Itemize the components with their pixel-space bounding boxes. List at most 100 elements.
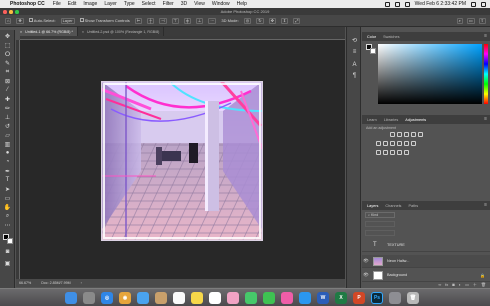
layer-row-background[interactable]: 👁 Background 🔒 bbox=[362, 269, 490, 282]
layer-filter-dropdown[interactable]: ⌕ Kind bbox=[365, 212, 395, 218]
healing-brush-tool-icon[interactable]: ✚ bbox=[3, 95, 12, 103]
panel-foreground-background[interactable] bbox=[366, 44, 376, 54]
align-top-icon[interactable]: ⊤ bbox=[171, 17, 180, 24]
tab-color[interactable]: Color bbox=[367, 35, 376, 39]
menu-file[interactable]: File bbox=[53, 1, 61, 7]
eraser-tool-icon[interactable]: ▱ bbox=[3, 131, 12, 139]
path-select-tool-icon[interactable]: ➤ bbox=[3, 185, 12, 193]
menu-select[interactable]: Select bbox=[142, 1, 156, 7]
word-icon[interactable]: W bbox=[317, 292, 329, 304]
slide-3d-icon[interactable]: ⇕ bbox=[280, 17, 289, 24]
trash-icon[interactable]: 🗑 bbox=[407, 292, 419, 304]
chrome-icon[interactable]: ◉ bbox=[119, 292, 131, 304]
show-transform-checkbox[interactable] bbox=[79, 18, 84, 22]
calendar-icon[interactable] bbox=[173, 292, 185, 304]
menu-help[interactable]: Help bbox=[237, 1, 247, 7]
blend-mode-dropdown[interactable] bbox=[365, 221, 395, 227]
notes-icon[interactable] bbox=[191, 292, 203, 304]
gradient-tool-icon[interactable]: ▥ bbox=[3, 140, 12, 148]
layer-name[interactable]: Neon Hallw... bbox=[387, 259, 409, 263]
visibility-icon[interactable]: 👁 bbox=[362, 258, 370, 264]
roll-3d-icon[interactable]: ↻ bbox=[256, 17, 264, 24]
tab-learn[interactable]: Learn bbox=[367, 118, 377, 122]
color-lookup-icon[interactable] bbox=[411, 141, 416, 146]
mail-icon[interactable] bbox=[137, 292, 149, 304]
properties-icon[interactable]: ≡ bbox=[351, 48, 358, 55]
zoom-level[interactable]: 66.67% bbox=[19, 281, 31, 285]
selective-color-icon[interactable] bbox=[404, 150, 409, 155]
search-icon[interactable]: ⌕ bbox=[456, 17, 463, 24]
invert-icon[interactable] bbox=[376, 150, 381, 155]
photos-icon[interactable] bbox=[227, 292, 239, 304]
battery-icon[interactable] bbox=[404, 1, 410, 7]
menu-3d[interactable]: 3D bbox=[181, 1, 187, 7]
layer-row-texture[interactable]: T TEXTURE bbox=[362, 239, 490, 252]
zoom-window-button[interactable] bbox=[15, 10, 19, 14]
reminders-icon[interactable] bbox=[209, 292, 221, 304]
tab-swatches[interactable]: Swatches bbox=[383, 35, 399, 39]
scale-3d-icon[interactable]: ⤢ bbox=[293, 17, 301, 24]
pan-3d-icon[interactable]: ✥ bbox=[268, 17, 276, 24]
notification-center-icon[interactable] bbox=[481, 1, 486, 7]
blur-tool-icon[interactable]: ● bbox=[3, 149, 12, 157]
hue-slider[interactable] bbox=[484, 44, 488, 104]
history-icon[interactable]: ⟲ bbox=[351, 37, 358, 44]
excel-icon[interactable]: X bbox=[335, 292, 347, 304]
align-center-icon[interactable]: ┼ bbox=[147, 17, 155, 24]
orbit-3d-icon[interactable]: ◎ bbox=[243, 17, 252, 24]
frame-tool-icon[interactable]: ⊠ bbox=[3, 77, 12, 85]
eyedropper-tool-icon[interactable]: ⁄ bbox=[3, 86, 12, 94]
wifi-icon[interactable] bbox=[394, 1, 400, 7]
auto-select-dropdown[interactable]: Layer bbox=[60, 17, 75, 24]
screen-mode-icon[interactable]: ▣ bbox=[3, 259, 12, 267]
visibility-icon[interactable]: 👁 bbox=[362, 272, 370, 278]
hue-saturation-icon[interactable] bbox=[376, 141, 381, 146]
appstore-icon[interactable] bbox=[299, 292, 311, 304]
lock-controls[interactable] bbox=[365, 230, 395, 236]
finder-icon[interactable] bbox=[65, 292, 77, 304]
app-menu[interactable]: Photoshop CC bbox=[10, 1, 45, 7]
dropbox-icon[interactable] bbox=[384, 1, 390, 7]
brightness-contrast-icon[interactable] bbox=[390, 132, 395, 137]
clone-stamp-tool-icon[interactable]: ⊥ bbox=[3, 113, 12, 121]
home-icon[interactable]: ⌂ bbox=[5, 17, 12, 24]
messages-icon[interactable] bbox=[245, 292, 257, 304]
edit-toolbar-icon[interactable]: ⋯ bbox=[3, 221, 12, 229]
exposure-icon[interactable] bbox=[411, 132, 416, 137]
minimize-window-button[interactable] bbox=[9, 10, 13, 14]
powerpoint-icon[interactable]: P bbox=[353, 292, 365, 304]
posterize-icon[interactable] bbox=[383, 150, 388, 155]
tab-layers[interactable]: Layers bbox=[367, 204, 378, 208]
tab-paths[interactable]: Paths bbox=[408, 204, 418, 208]
facetime-icon[interactable] bbox=[263, 292, 275, 304]
contacts-icon[interactable] bbox=[155, 292, 167, 304]
hand-tool-icon[interactable]: ✋ bbox=[3, 203, 12, 211]
align-middle-icon[interactable]: ╪ bbox=[184, 17, 191, 24]
pen-tool-icon[interactable]: ✒ bbox=[3, 167, 12, 175]
quick-select-tool-icon[interactable]: ✎ bbox=[3, 59, 12, 67]
history-brush-tool-icon[interactable]: ↺ bbox=[3, 122, 12, 130]
tab-libraries[interactable]: Libraries bbox=[384, 118, 399, 122]
zoom-tool-icon[interactable]: ⌕ bbox=[3, 212, 12, 220]
paragraph-icon[interactable]: ¶ bbox=[351, 72, 358, 79]
align-bottom-icon[interactable]: ⊥ bbox=[195, 17, 204, 24]
panel-menu-icon[interactable]: ≡ bbox=[484, 33, 487, 39]
tab-adjustments[interactable]: Adjustments bbox=[405, 118, 426, 122]
close-tab-icon[interactable]: × bbox=[20, 30, 22, 34]
share-icon[interactable]: ⇪ bbox=[478, 17, 486, 24]
photoshop-icon[interactable]: Ps bbox=[371, 292, 383, 304]
preferences-icon[interactable] bbox=[389, 292, 401, 304]
more-options-icon[interactable]: ⋯ bbox=[208, 17, 217, 24]
menu-window[interactable]: Window bbox=[212, 1, 230, 7]
status-arrow-icon[interactable]: › bbox=[81, 281, 82, 285]
itunes-icon[interactable] bbox=[281, 292, 293, 304]
type-tool-icon[interactable]: T bbox=[3, 176, 12, 184]
brush-tool-icon[interactable]: ✏ bbox=[3, 104, 12, 112]
channel-mixer-icon[interactable] bbox=[404, 141, 409, 146]
layer-row-neon-hallway[interactable]: 👁 Neon Hallw... bbox=[362, 255, 490, 268]
close-window-button[interactable] bbox=[3, 10, 7, 14]
panel-menu-icon[interactable]: ≡ bbox=[484, 202, 487, 208]
foreground-background-swatch[interactable] bbox=[3, 234, 13, 244]
menubar-clock[interactable]: Wed Feb 6 2:33:42 PM bbox=[415, 1, 466, 7]
tab-untitled-2[interactable]: × Untitled-2.psd @ 100% (Rectangle 1, RG… bbox=[78, 27, 165, 36]
